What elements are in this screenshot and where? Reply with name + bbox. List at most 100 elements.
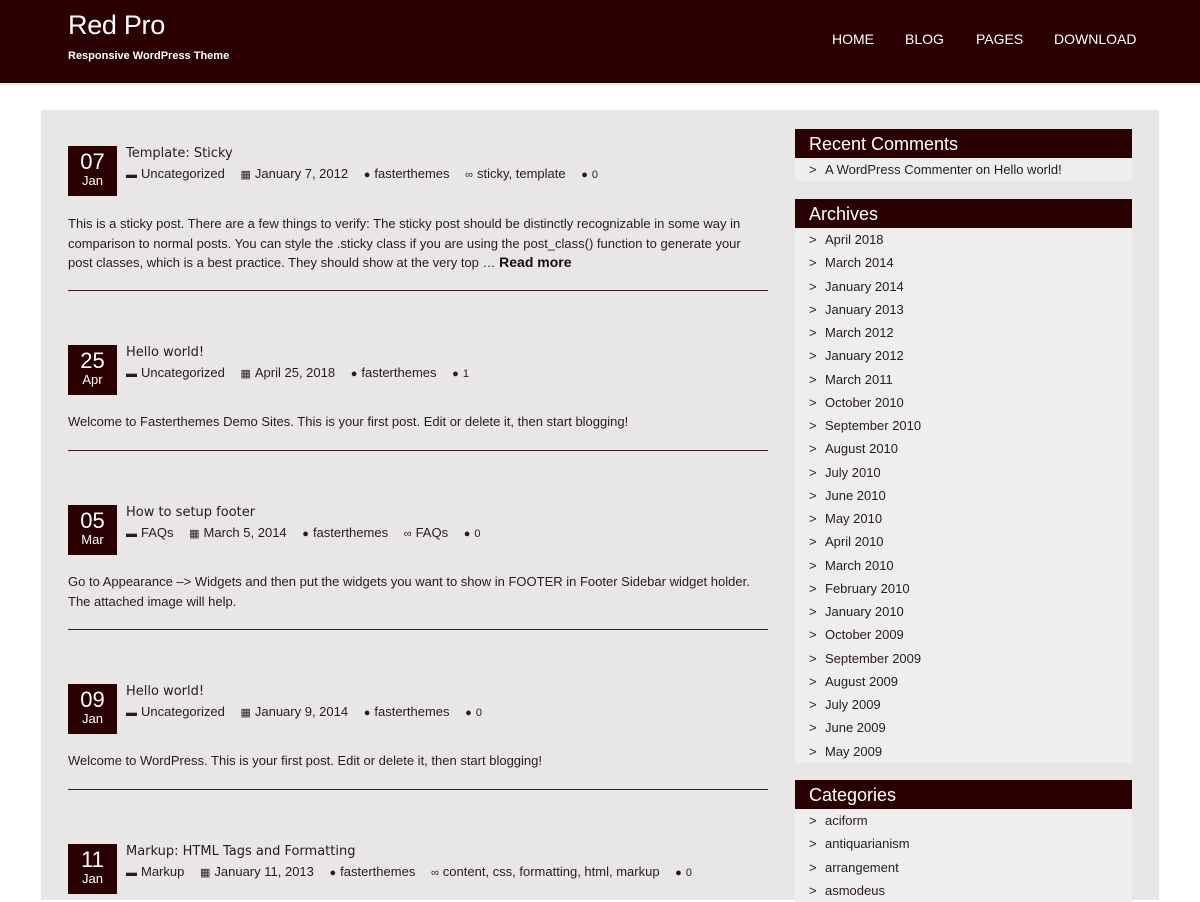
- list-item[interactable]: > April 2010: [795, 530, 1132, 553]
- post-date[interactable]: January 9, 2014: [255, 704, 348, 719]
- list-item[interactable]: > July 2009: [795, 693, 1132, 716]
- list-item[interactable]: > October 2010: [795, 391, 1132, 414]
- post-comment-count[interactable]: 0: [686, 867, 692, 879]
- post-author[interactable]: fasterthemes: [313, 525, 388, 540]
- post-title[interactable]: Hello world!: [126, 345, 204, 360]
- list-item[interactable]: > March 2012: [795, 321, 1132, 344]
- archive-link[interactable]: April 2010: [825, 534, 884, 549]
- post-tags[interactable]: FAQs: [416, 525, 449, 540]
- nav-download[interactable]: DOWNLOAD: [1054, 31, 1136, 47]
- archive-link[interactable]: January 2013: [825, 302, 904, 317]
- post-date[interactable]: January 11, 2013: [214, 864, 314, 879]
- chevron-right-icon: >: [809, 325, 817, 340]
- list-item[interactable]: > August 2009: [795, 670, 1132, 693]
- category-link[interactable]: asmodeus: [825, 883, 885, 898]
- archive-link[interactable]: August 2009: [825, 674, 898, 689]
- list-item[interactable]: > March 2010: [795, 554, 1132, 577]
- category-link[interactable]: antiquarianism: [825, 836, 910, 851]
- post-author[interactable]: fasterthemes: [361, 365, 436, 380]
- list-item[interactable]: > aciform: [795, 809, 1132, 832]
- post-comment-count[interactable]: 0: [592, 169, 598, 181]
- archive-link[interactable]: January 2010: [825, 604, 904, 619]
- chevron-right-icon: >: [809, 882, 817, 898]
- post-comment-count[interactable]: 0: [476, 707, 482, 719]
- list-item[interactable]: > September 2009: [795, 647, 1132, 670]
- list-item[interactable]: > January 2014: [795, 275, 1132, 298]
- list-item[interactable]: > March 2014: [795, 251, 1132, 274]
- list-item[interactable]: > April 2018: [795, 228, 1132, 251]
- list-item[interactable]: > February 2010: [795, 577, 1132, 600]
- post-title[interactable]: How to setup footer: [126, 505, 255, 520]
- archive-link[interactable]: July 2009: [825, 697, 881, 712]
- nav-blog[interactable]: BLOG: [905, 31, 944, 47]
- category-link[interactable]: aciform: [825, 813, 868, 828]
- list-item[interactable]: > October 2009: [795, 623, 1132, 646]
- post-title[interactable]: Hello world!: [126, 684, 204, 699]
- chevron-right-icon: >: [809, 836, 817, 852]
- post-author[interactable]: fasterthemes: [374, 704, 449, 719]
- archive-link[interactable]: January 2012: [825, 348, 904, 363]
- site-title[interactable]: Red Pro: [68, 10, 165, 41]
- list-item[interactable]: > A WordPress Commenter on Hello world!: [795, 158, 1132, 181]
- list-item[interactable]: > January 2010: [795, 600, 1132, 623]
- nav-home[interactable]: HOME: [832, 31, 874, 47]
- archive-link[interactable]: June 2010: [825, 488, 886, 503]
- list-item[interactable]: > August 2010: [795, 437, 1132, 460]
- list-item[interactable]: > arrangement: [795, 856, 1132, 879]
- post-divider: [68, 789, 768, 790]
- archive-link[interactable]: June 2009: [825, 720, 886, 735]
- post-comment-count[interactable]: 1: [463, 368, 469, 380]
- archive-link[interactable]: July 2010: [825, 465, 881, 480]
- archive-link[interactable]: October 2010: [825, 395, 904, 410]
- archive-link[interactable]: March 2012: [825, 325, 894, 340]
- archive-link[interactable]: October 2009: [825, 627, 904, 642]
- archive-link[interactable]: March 2014: [825, 255, 894, 270]
- post-title[interactable]: Template: Sticky: [126, 146, 233, 161]
- list-item[interactable]: > asmodeus: [795, 879, 1132, 902]
- site-header: Red Pro Responsive WordPress Theme HOME …: [0, 0, 1200, 85]
- chevron-right-icon: >: [809, 557, 817, 573]
- list-item[interactable]: > July 2010: [795, 461, 1132, 484]
- post-category[interactable]: Markup: [141, 864, 184, 879]
- post-category[interactable]: Uncategorized: [141, 365, 225, 380]
- list-item[interactable]: > January 2012: [795, 344, 1132, 367]
- widget-recent-comments: Recent Comments > A WordPress Commenter o…: [795, 129, 1132, 182]
- archive-link[interactable]: March 2011: [825, 372, 893, 387]
- archive-link[interactable]: September 2009: [825, 651, 921, 666]
- widget-categories: Categories > aciform > antiquarianism > arran…: [795, 780, 1132, 902]
- post-date[interactable]: March 5, 2014: [204, 525, 287, 540]
- archive-link[interactable]: September 2010: [825, 418, 921, 433]
- post-meta: ▬ Markup ▦ January 11, 2013 ● fasterthemes …: [126, 864, 704, 879]
- list-item[interactable]: > March 2011: [795, 368, 1132, 391]
- nav-pages[interactable]: PAGES: [976, 31, 1023, 47]
- post-category[interactable]: Uncategorized: [141, 704, 225, 719]
- list-item[interactable]: > antiquarianism: [795, 832, 1132, 855]
- post-category[interactable]: Uncategorized: [141, 166, 225, 181]
- list-item[interactable]: > September 2010: [795, 414, 1132, 437]
- post-tags[interactable]: content, css, formatting, html, markup: [443, 864, 660, 879]
- archive-link[interactable]: March 2010: [825, 558, 894, 573]
- post-title[interactable]: Markup: HTML Tags and Formatting: [126, 844, 355, 859]
- list-item[interactable]: > June 2009: [795, 716, 1132, 739]
- post-author[interactable]: fasterthemes: [374, 166, 449, 181]
- recent-comment-link[interactable]: A WordPress Commenter on Hello world!: [825, 162, 1062, 177]
- post-author[interactable]: fasterthemes: [340, 864, 415, 879]
- post-tags[interactable]: sticky, template: [477, 166, 566, 181]
- archive-link[interactable]: January 2014: [825, 279, 904, 294]
- archive-link[interactable]: April 2018: [825, 232, 884, 247]
- archive-link[interactable]: August 2010: [825, 441, 898, 456]
- list-item[interactable]: > June 2010: [795, 484, 1132, 507]
- list-item[interactable]: > May 2010: [795, 507, 1132, 530]
- post-date[interactable]: January 7, 2012: [255, 166, 348, 181]
- post-date[interactable]: April 25, 2018: [255, 365, 335, 380]
- folder-icon: ▬: [126, 867, 137, 879]
- read-more-link[interactable]: Read more: [499, 254, 571, 270]
- archive-link[interactable]: May 2009: [825, 744, 882, 759]
- list-item[interactable]: > May 2009: [795, 740, 1132, 763]
- archive-link[interactable]: May 2010: [825, 511, 882, 526]
- category-link[interactable]: arrangement: [825, 860, 899, 875]
- list-item[interactable]: > January 2013: [795, 298, 1132, 321]
- archive-link[interactable]: February 2010: [825, 581, 910, 596]
- post-comment-count[interactable]: 0: [474, 528, 480, 540]
- post-category[interactable]: FAQs: [141, 525, 174, 540]
